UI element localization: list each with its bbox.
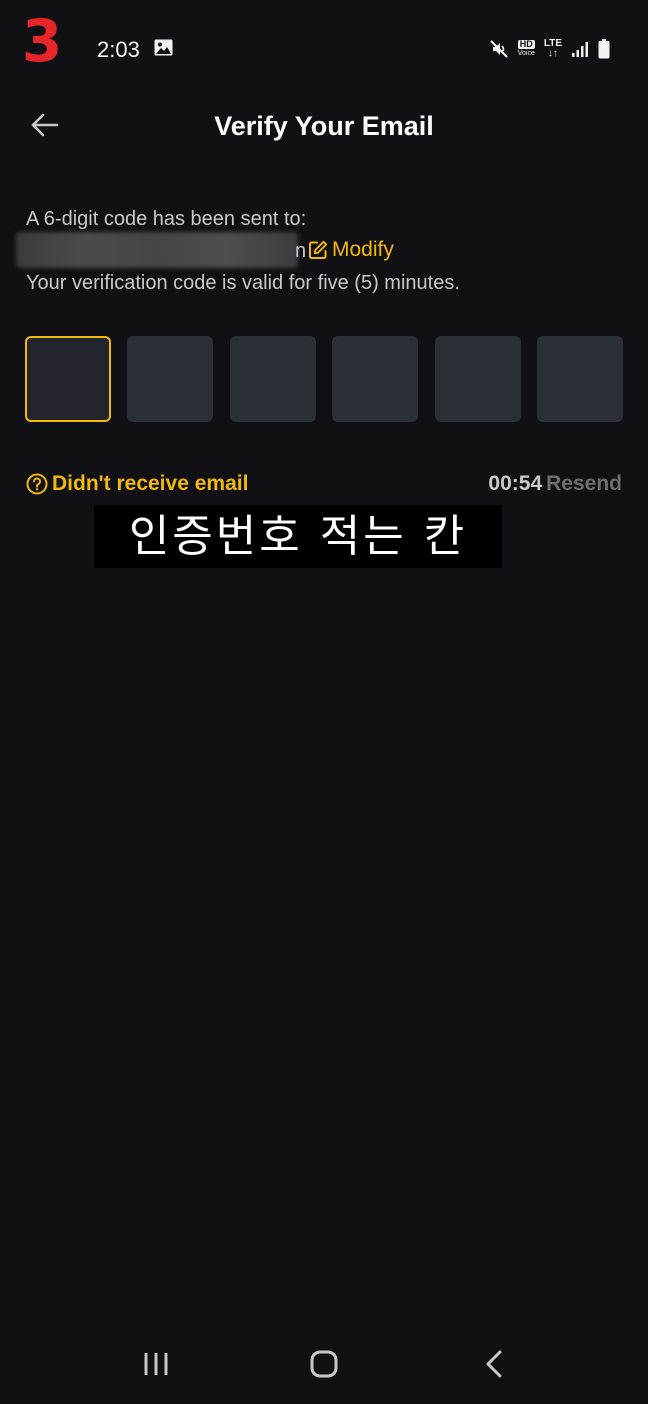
- code-sent-text: A 6-digit code has been sent to:: [26, 208, 307, 230]
- help-label: Didn't receive email: [52, 472, 249, 495]
- code-digit-4[interactable]: [332, 336, 419, 422]
- modify-email-button[interactable]: Modify: [308, 236, 394, 264]
- code-digit-5[interactable]: [434, 336, 521, 422]
- recent-apps-button[interactable]: [130, 1340, 182, 1388]
- hd-label: HD: [517, 39, 535, 49]
- code-digit-1[interactable]: [25, 336, 111, 422]
- status-time: 2:03: [97, 37, 140, 62]
- mute-icon: [490, 40, 508, 58]
- gallery-icon: [154, 39, 173, 56]
- home-icon: [310, 1350, 338, 1378]
- page-title: Verify Your Email: [214, 111, 434, 141]
- code-digit-6[interactable]: [536, 336, 623, 422]
- didnt-receive-email-link[interactable]: Didn't receive email: [26, 470, 248, 498]
- data-arrows-icon: ↓↑: [547, 48, 558, 59]
- question-circle-icon: [26, 473, 48, 495]
- modify-label: Modify: [332, 238, 394, 261]
- validity-text: Your verification code is valid for five…: [26, 272, 460, 294]
- code-digit-3[interactable]: [229, 336, 316, 422]
- voice-label: Voice: [517, 50, 535, 57]
- hd-voice-indicator: HD Voice: [518, 40, 535, 58]
- system-back-button[interactable]: [468, 1340, 520, 1388]
- edit-icon: [309, 240, 328, 259]
- redacted-email: [16, 232, 298, 268]
- annotation-caption: 인증번호 적는 칸: [94, 505, 502, 568]
- status-icons: HD Voice LTE ↓↑: [489, 37, 610, 61]
- countdown-timer: 00:54: [488, 472, 543, 495]
- lte-indicator: LTE ↓↑: [544, 39, 562, 59]
- signal-icon: [572, 42, 588, 57]
- email-visible-tail: n: [295, 240, 307, 262]
- step-number-overlay: 3: [22, 7, 63, 75]
- resend-timer: 00:54 Resend: [488, 470, 622, 498]
- code-digit-2[interactable]: [127, 336, 214, 422]
- recent-apps-icon: [144, 1353, 168, 1375]
- resend-button[interactable]: Resend: [546, 470, 622, 498]
- home-button[interactable]: [298, 1340, 350, 1388]
- battery-icon: [598, 39, 610, 59]
- chevron-left-icon: [486, 1350, 502, 1378]
- verification-code-input[interactable]: [25, 336, 623, 423]
